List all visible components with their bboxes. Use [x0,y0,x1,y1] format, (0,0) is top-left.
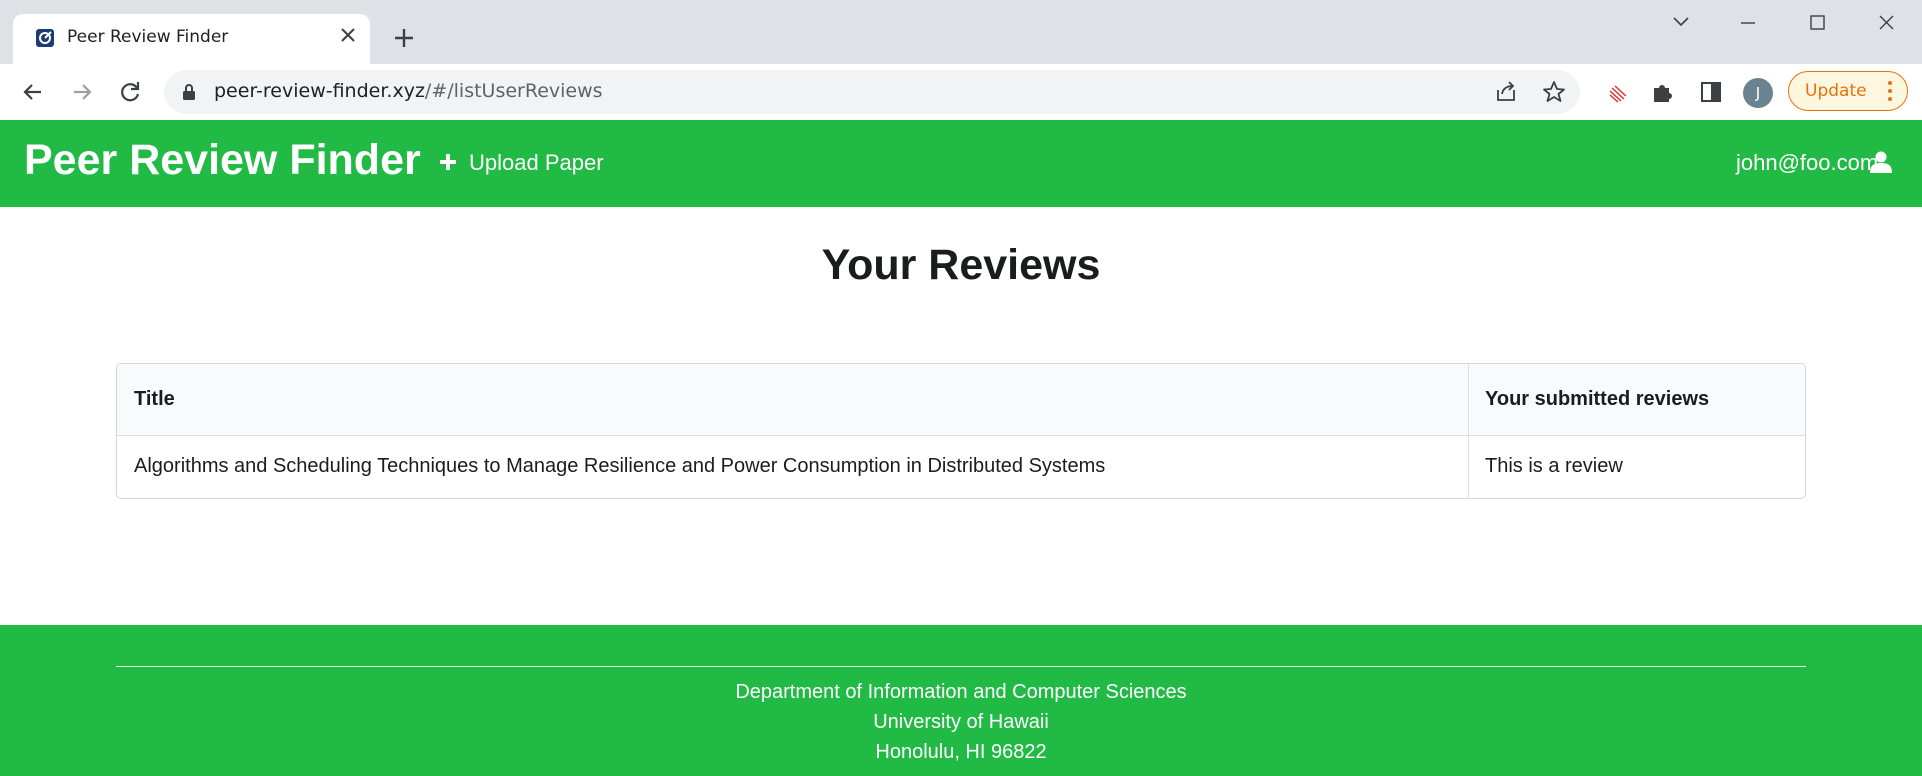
update-label: Update [1805,81,1867,101]
footer-address: Honolulu, HI 96822 [875,741,1047,763]
bookmark-star-icon[interactable] [1542,80,1566,104]
url-path: /#/listUserReviews [424,80,603,102]
back-arrow-icon[interactable] [19,78,47,106]
table-cell-title: Algorithms and Scheduling Techniques to … [134,455,1106,477]
address-bar[interactable]: peer-review-finder.xyz/#/listUserReviews [164,70,1580,114]
table-cell-review: This is a review [1485,455,1623,477]
brand-logo-text[interactable]: Peer Review Finder [24,136,421,185]
profile-avatar[interactable]: J [1743,78,1773,108]
url-host: peer-review-finder.xyz [214,80,425,102]
url-text: peer-review-finder.xyz/#/listUserReviews [214,80,603,102]
maximize-icon[interactable] [1797,10,1837,36]
reload-icon[interactable] [116,78,144,106]
upload-paper-label: Upload Paper [469,150,604,175]
close-window-icon[interactable] [1866,10,1906,36]
main-content: Your Reviews Title Your submitted review… [0,207,1922,625]
page-title: Your Reviews [821,241,1101,289]
plus-icon [440,154,456,170]
side-panel-icon[interactable] [1698,79,1724,105]
minimize-icon[interactable] [1728,10,1768,36]
forward-arrow-icon[interactable] [68,78,96,106]
footer-department: Department of Information and Computer S… [735,681,1187,703]
extension-icon[interactable] [1605,79,1631,105]
browser-tab-bar: Peer Review Finder [0,0,1922,64]
column-header-title: Title [134,388,175,410]
footer-university: University of Hawaii [873,711,1049,733]
table-header: Title Your submitted reviews [117,364,1805,436]
tab-title: Peer Review Finder [67,27,229,47]
lock-icon[interactable] [180,82,198,102]
user-email: john@foo.com [1736,150,1879,175]
app-navbar: Peer Review Finder Upload Paper john@foo… [0,120,1922,207]
reviews-table: Title Your submitted reviews Algorithms … [116,363,1806,499]
user-menu[interactable]: john@foo.com [1736,150,1896,178]
browser-tab[interactable]: Peer Review Finder [13,14,370,64]
footer-divider [116,666,1806,667]
share-icon[interactable] [1494,80,1518,104]
browser-toolbar: peer-review-finder.xyz/#/listUserReviews… [0,64,1922,121]
site-favicon-icon [36,29,54,47]
more-vert-icon [1888,81,1892,101]
new-tab-icon[interactable] [392,26,416,50]
footer: Department of Information and Computer S… [0,625,1922,776]
close-tab-icon[interactable] [337,24,359,46]
update-button[interactable]: Update [1788,71,1908,111]
user-icon [1870,151,1892,173]
column-header-reviews: Your submitted reviews [1485,388,1710,410]
extensions-puzzle-icon[interactable] [1650,79,1676,105]
column-divider [1468,364,1469,498]
tab-search-icon[interactable] [1661,10,1701,36]
